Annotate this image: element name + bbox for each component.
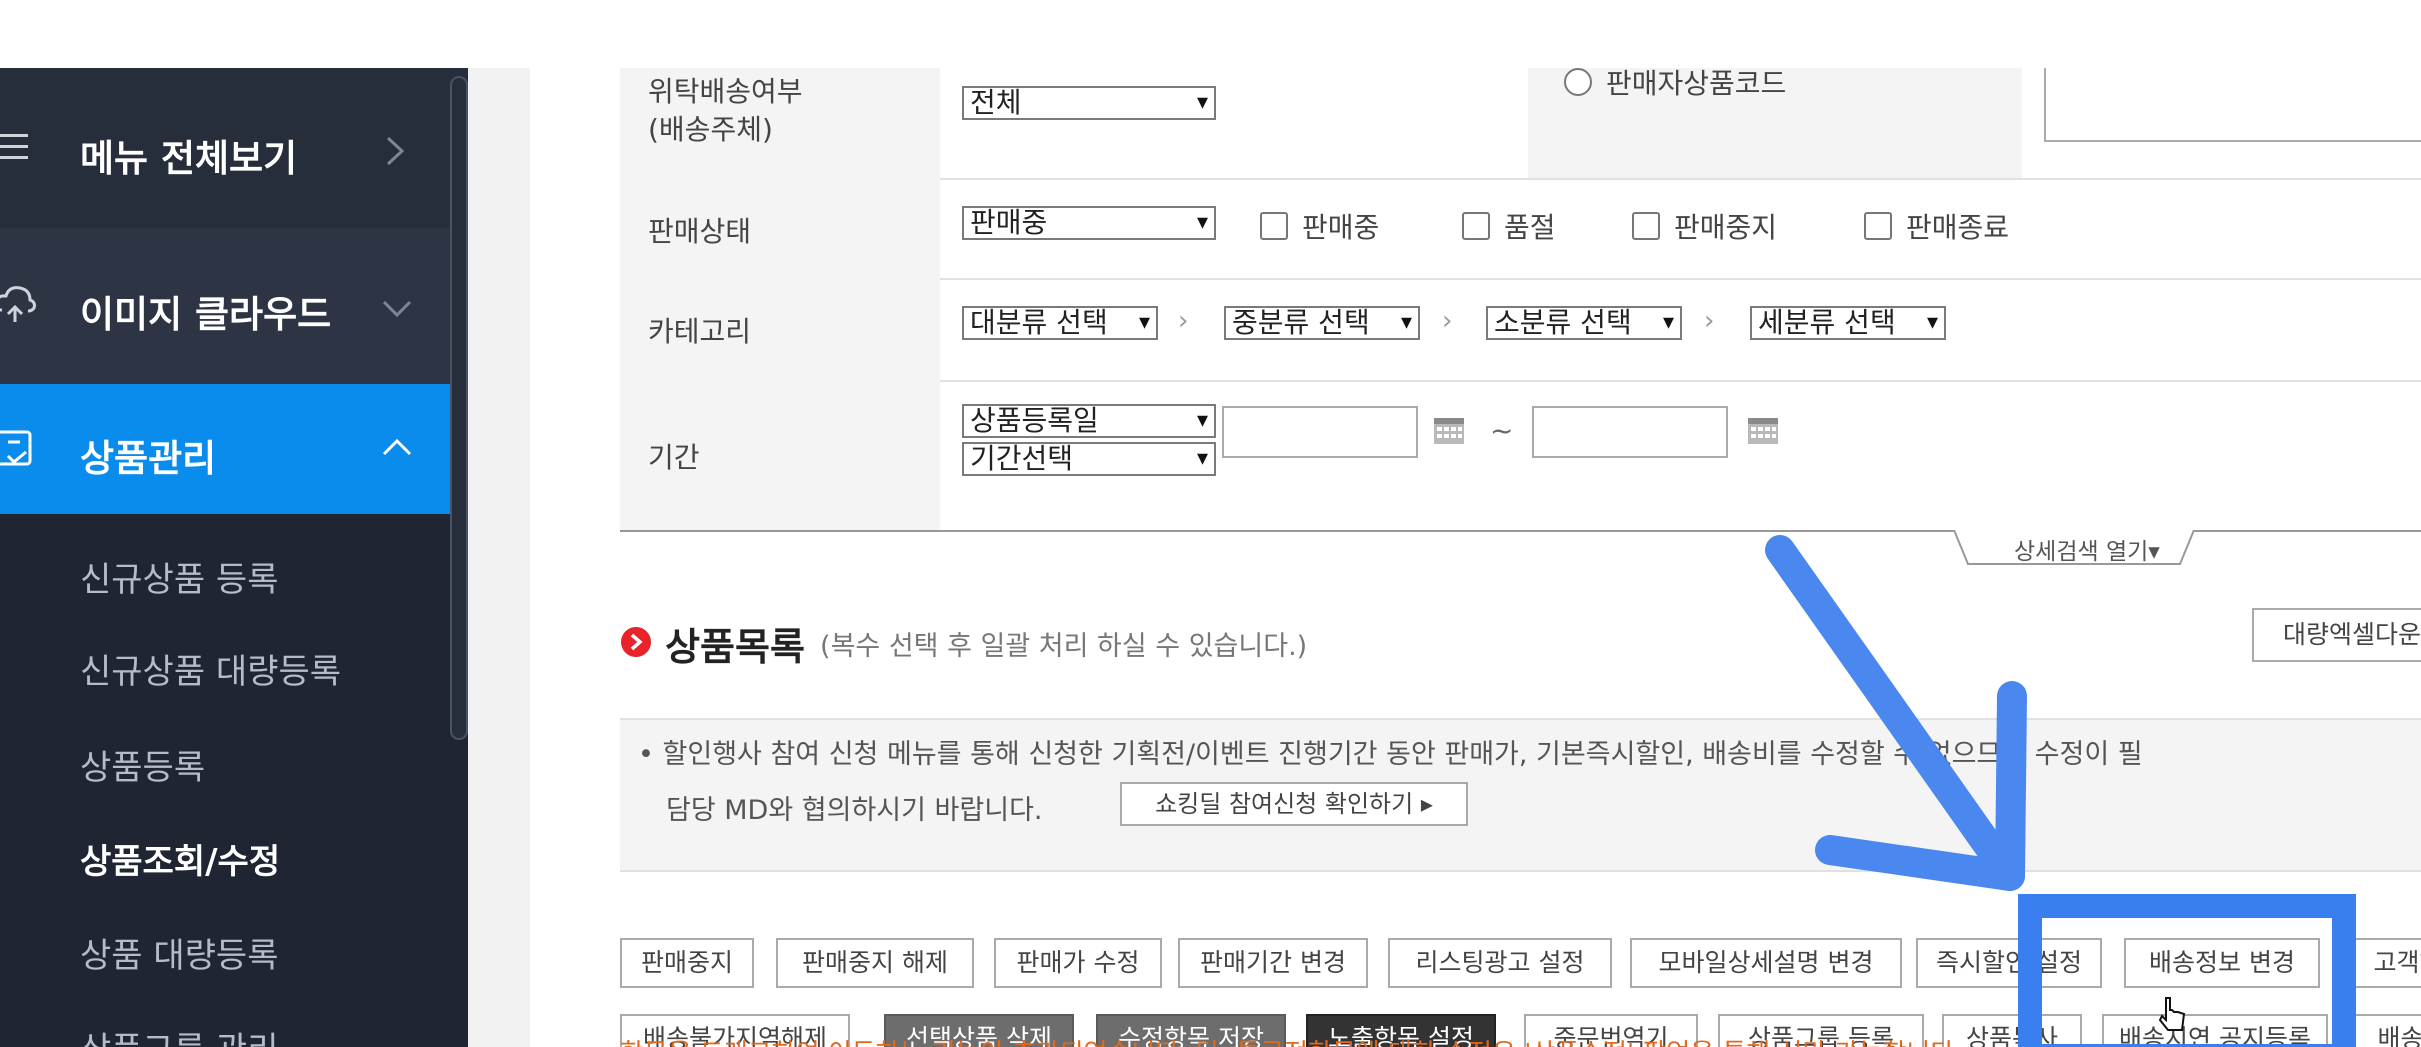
- sidebar-item-label: 이미지 클라우드: [80, 293, 332, 336]
- highlight-box: [2018, 894, 2356, 1047]
- hand-cursor-icon: [2158, 997, 2186, 1031]
- chevron-down-icon: [380, 296, 414, 324]
- main-content: 위탁배송여부 (배송주체) 전체 ▾ 판매자상품코드 판매상태 판매중 ▾ 판매…: [530, 68, 2421, 1047]
- submenu-product-group[interactable]: 상품그룹 관리: [80, 1022, 279, 1047]
- sidebar-item-product-management[interactable]: 상품관리: [0, 384, 468, 514]
- sidebar: 메뉴 전체보기 이미지 클라우드 상품관리 신규상품 등록 신규상품 대량등록 …: [0, 68, 468, 1047]
- annotation-overlay: [1765, 535, 2356, 1047]
- chevron-right-icon: [380, 134, 410, 172]
- pointer-arrow-icon: [1765, 535, 2027, 891]
- product-box-icon: [0, 428, 36, 474]
- submenu-product-search-edit[interactable]: 상품조회/수정: [80, 834, 280, 883]
- sidebar-scrollbar[interactable]: [450, 76, 468, 740]
- content-gutter: [468, 68, 530, 1047]
- chevron-up-icon: [380, 436, 414, 464]
- sidebar-item-label: 상품관리: [80, 437, 217, 480]
- submenu-product-bulk[interactable]: 상품 대량등록: [80, 928, 279, 977]
- hamburger-icon: [0, 132, 28, 166]
- menu-all-label: 메뉴 전체보기: [80, 137, 298, 180]
- sidebar-item-image-cloud[interactable]: 이미지 클라우드: [0, 228, 468, 386]
- submenu-product-register[interactable]: 상품등록: [80, 740, 205, 789]
- product-submenu: 신규상품 등록 신규상품 대량등록 상품등록 상품조회/수정 상품 대량등록 상…: [0, 514, 468, 1047]
- submenu-new-product[interactable]: 신규상품 등록: [80, 552, 279, 601]
- cloud-upload-icon: [0, 284, 36, 328]
- menu-all-item[interactable]: 메뉴 전체보기: [0, 68, 468, 228]
- submenu-new-product-bulk[interactable]: 신규상품 대량등록: [80, 644, 341, 693]
